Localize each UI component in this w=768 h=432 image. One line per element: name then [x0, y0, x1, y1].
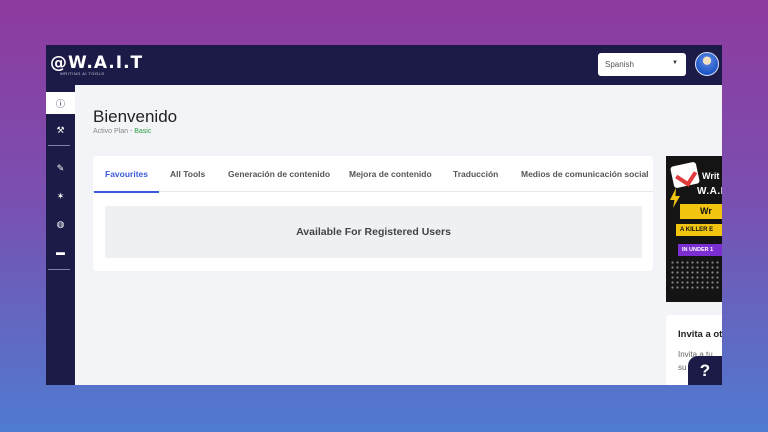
- sidebar: ⓘ ⚒ ✎ ✶ ◍ ▬: [46, 85, 75, 385]
- sidebar-item-improve[interactable]: ✶: [46, 185, 75, 207]
- promo-title: Wr: [680, 204, 722, 219]
- top-navbar: @W.A.I.T WRITING AI TOOLS Spanish ▼: [46, 45, 722, 85]
- plan-prefix: Activo Plan -: [93, 128, 135, 135]
- user-avatar[interactable]: [695, 52, 719, 76]
- active-tab-indicator: [94, 191, 159, 193]
- promo-logo: W.A.I: [697, 186, 722, 197]
- plan-status: Activo Plan - Basic: [93, 128, 151, 135]
- magic-wand-icon: ✶: [56, 190, 65, 201]
- tools-card: Favourites All Tools Generación de conte…: [93, 156, 653, 271]
- chat-icon: ▬: [56, 247, 65, 257]
- registered-users-notice: Available For Registered Users: [105, 206, 642, 258]
- help-button[interactable]: ?: [688, 356, 722, 385]
- pen-icon: ✎: [56, 162, 65, 173]
- sidebar-item-info[interactable]: ⓘ: [46, 92, 75, 114]
- brand-logo[interactable]: @W.A.I.T WRITING AI TOOLS: [50, 53, 143, 76]
- tab-translation[interactable]: Traducción: [453, 169, 498, 179]
- plan-name: Basic: [134, 128, 152, 135]
- tab-social-media[interactable]: Medios de comunicación social: [521, 169, 649, 179]
- question-mark-icon: ?: [699, 360, 711, 380]
- app-window: @W.A.I.T WRITING AI TOOLS Spanish ▼ ⓘ ⚒ …: [46, 45, 722, 385]
- caret-down-icon: ▼: [672, 60, 678, 66]
- language-select-value: Spanish: [605, 60, 634, 69]
- sidebar-item-translate[interactable]: ◍: [46, 213, 75, 235]
- checkmark-icon: [669, 161, 701, 189]
- sidebar-item-social[interactable]: ▬: [46, 241, 75, 263]
- promo-decoration: [670, 260, 720, 290]
- tab-favourites[interactable]: Favourites: [105, 169, 148, 179]
- promo-banner[interactable]: Writ W.A.I Wr A KILLER E IN UNDER 1: [666, 156, 722, 302]
- promo-subtitle: A KILLER E: [676, 224, 722, 236]
- promo-heading: Writ: [702, 171, 720, 181]
- tab-content-improvement[interactable]: Mejora de contenido: [349, 169, 432, 179]
- tab-content-generation[interactable]: Generación de contenido: [228, 169, 330, 179]
- invite-title: Invita a ot: [678, 329, 722, 340]
- page-title: Bienvenido: [93, 107, 178, 126]
- lightning-icon: [670, 188, 680, 208]
- tool-category-tabs: Favourites All Tools Generación de conte…: [93, 156, 653, 193]
- language-select[interactable]: Spanish ▼: [598, 53, 686, 76]
- info-icon: ⓘ: [55, 98, 65, 109]
- wrench-icon: ⚒: [56, 124, 65, 135]
- sidebar-item-tools[interactable]: ⚒: [46, 119, 75, 141]
- sidebar-divider: [48, 269, 70, 270]
- logo-ring-icon: @: [50, 53, 68, 73]
- promo-tagline: IN UNDER 1: [678, 244, 722, 256]
- tab-all-tools[interactable]: All Tools: [170, 169, 205, 179]
- invite-text: su: [678, 363, 687, 372]
- sidebar-divider: [48, 145, 70, 146]
- sidebar-item-write[interactable]: ✎: [46, 157, 75, 179]
- logo-text: W.A.I.T: [68, 53, 144, 73]
- globe-icon: ◍: [56, 218, 65, 229]
